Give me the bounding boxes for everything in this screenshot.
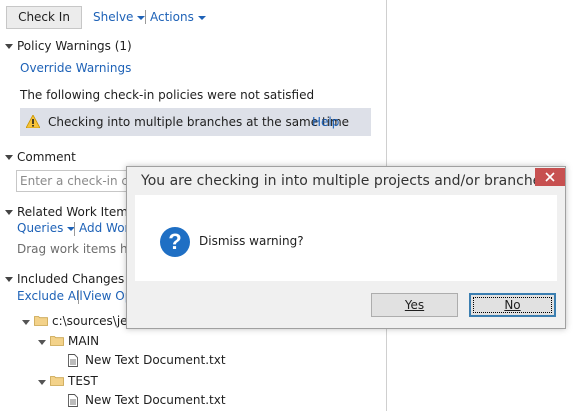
check-in-button[interactable]: Check In <box>6 6 82 29</box>
dialog-close-button[interactable] <box>535 168 565 186</box>
toolbar: Check In Shelve Actions <box>0 0 386 34</box>
collapse-triangle-icon[interactable] <box>5 210 13 215</box>
link-separator <box>78 290 79 304</box>
collapse-triangle-icon[interactable] <box>5 44 13 49</box>
dialog-message: Dismiss warning? <box>199 234 304 248</box>
override-warnings-link[interactable]: Override Warnings <box>20 61 131 75</box>
link-separator <box>74 222 75 236</box>
view-options-link[interactable]: View Op <box>83 289 132 303</box>
focus-rectangle <box>473 297 552 313</box>
actions-label: Actions <box>150 10 194 24</box>
collapse-triangle-icon[interactable] <box>5 155 13 160</box>
warning-text: Checking into multiple branches at the s… <box>48 115 350 129</box>
policy-message: The following check-in policies were not… <box>20 88 315 102</box>
svg-text:?: ? <box>168 229 181 254</box>
question-icon: ? <box>160 227 190 257</box>
actions-menu[interactable]: Actions <box>150 10 206 24</box>
close-icon <box>545 172 555 182</box>
dialog-title-bar[interactable]: You are checking in into multiple projec… <box>127 167 565 194</box>
tree-folder-test[interactable]: TEST <box>68 374 98 388</box>
chevron-down-icon <box>197 15 206 20</box>
policy-warnings-title: Policy Warnings (1) <box>17 39 132 53</box>
folder-icon <box>50 376 64 386</box>
included-changes-title: Included Changes (3 <box>17 272 141 286</box>
folder-icon <box>50 336 64 346</box>
no-button[interactable]: No <box>469 293 556 317</box>
collapse-triangle-icon[interactable] <box>5 277 13 282</box>
multiple-branches-dialog: You are checking in into multiple projec… <box>126 166 566 329</box>
yes-label: Yes <box>404 298 425 312</box>
add-work-item-link[interactable]: Add Wor <box>79 221 129 235</box>
tree-expand-icon[interactable] <box>38 340 46 345</box>
file-icon <box>68 354 78 367</box>
related-work-items-title: Related Work Items <box>17 205 135 219</box>
tree-file-test[interactable]: New Text Document.txt <box>85 393 226 407</box>
yes-button[interactable]: Yes <box>371 293 458 317</box>
help-link[interactable]: Help <box>312 115 339 129</box>
dialog-title: You are checking in into multiple projec… <box>141 173 549 189</box>
exclude-all-link[interactable]: Exclude All <box>17 289 83 303</box>
warning-icon <box>26 115 40 128</box>
queries-label: Queries <box>17 221 64 235</box>
dialog-body: ? Dismiss warning? <box>135 195 557 281</box>
tree-folder-main[interactable]: MAIN <box>68 334 99 348</box>
folder-icon <box>34 316 48 326</box>
queries-menu[interactable]: Queries <box>17 221 76 235</box>
toolbar-separator <box>145 10 146 24</box>
policy-warning-row[interactable]: Checking into multiple branches at the s… <box>20 108 371 136</box>
tree-root-path[interactable]: c:\sources\jes <box>52 314 134 328</box>
tree-expand-icon[interactable] <box>38 380 46 385</box>
tree-file-main[interactable]: New Text Document.txt <box>85 353 226 367</box>
comment-placeholder: Enter a check-in con <box>20 174 143 188</box>
comment-title: Comment <box>17 150 76 164</box>
shelve-menu[interactable]: Shelve <box>93 10 146 24</box>
shelve-label: Shelve <box>93 10 134 24</box>
file-icon <box>68 394 78 407</box>
tree-expand-icon[interactable] <box>22 320 30 325</box>
